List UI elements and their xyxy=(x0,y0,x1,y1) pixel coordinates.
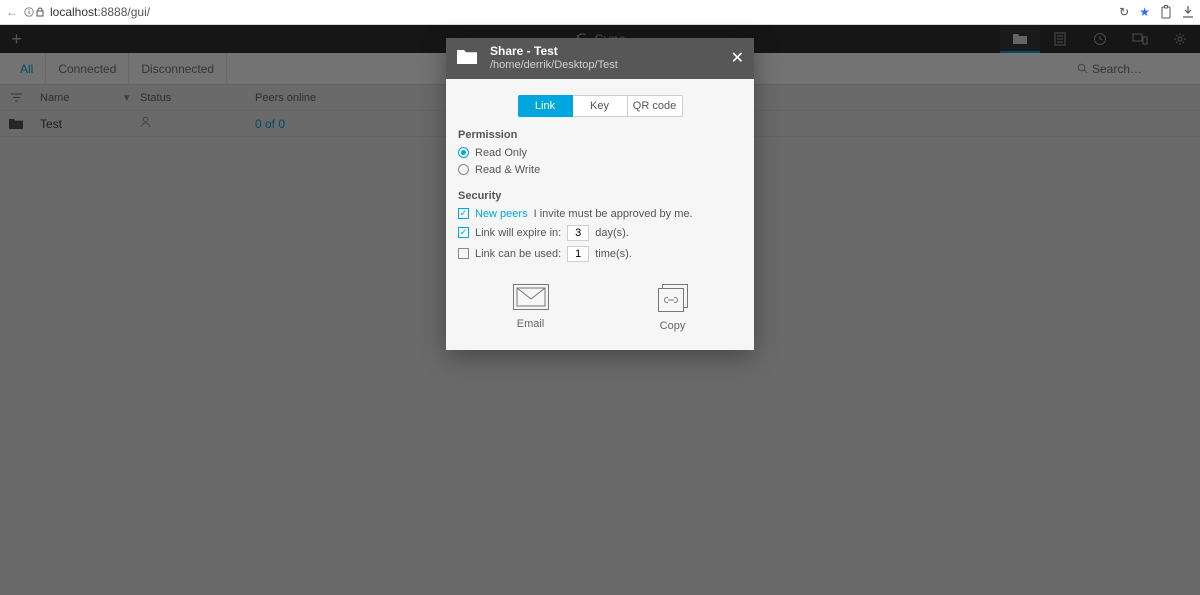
lock-info-icon xyxy=(24,7,44,17)
new-peers-link[interactable]: New peers xyxy=(475,208,528,220)
uses-count-input[interactable] xyxy=(567,246,589,262)
share-mode-tabs: Link Key QR code xyxy=(458,95,742,117)
uses-post: time(s). xyxy=(595,248,632,260)
radio-read-write[interactable]: Read & Write xyxy=(458,164,742,176)
download-icon[interactable] xyxy=(1182,5,1194,19)
close-icon[interactable]: ✕ xyxy=(731,48,744,68)
modal-title: Share - Test xyxy=(490,44,719,59)
permission-label: Permission xyxy=(458,129,742,141)
copy-label: Copy xyxy=(660,320,686,332)
browser-chrome: ← localhost:8888/gui/ ↻ ★ xyxy=(0,0,1200,25)
uses-pre: Link can be used: xyxy=(475,248,561,260)
clipboard-icon[interactable] xyxy=(1160,5,1172,19)
url-host: localhost xyxy=(50,5,97,19)
new-peers-text: I invite must be approved by me. xyxy=(534,208,693,220)
radio-read-write-label: Read & Write xyxy=(475,164,540,176)
check-expire[interactable]: Link will expire in: day(s). xyxy=(458,225,742,241)
email-icon xyxy=(513,284,549,310)
modal-subtitle: /home/derrik/Desktop/Test xyxy=(490,59,719,73)
app-root: + Sync All Connected Disconnected Name ▾… xyxy=(0,25,1200,595)
email-label: Email xyxy=(517,318,545,330)
tab-key[interactable]: Key xyxy=(573,95,628,117)
radio-read-only[interactable]: Read Only xyxy=(458,147,742,159)
check-uses[interactable]: Link can be used: time(s). xyxy=(458,246,742,262)
tab-link[interactable]: Link xyxy=(518,95,573,117)
folder-icon xyxy=(456,47,478,70)
share-modal: Share - Test /home/derrik/Desktop/Test ✕… xyxy=(446,38,754,350)
expire-days-input[interactable] xyxy=(567,225,589,241)
back-icon[interactable]: ← xyxy=(6,5,18,19)
radio-read-only-label: Read Only xyxy=(475,147,527,159)
security-label: Security xyxy=(458,190,742,202)
expire-post: day(s). xyxy=(595,227,629,239)
checkbox-icon xyxy=(458,208,469,219)
radio-icon xyxy=(458,147,469,158)
url-bar[interactable]: localhost:8888/gui/ xyxy=(50,5,1113,19)
modal-header: Share - Test /home/derrik/Desktop/Test ✕ xyxy=(446,38,754,79)
email-action[interactable]: Email xyxy=(513,284,549,332)
tab-qrcode[interactable]: QR code xyxy=(628,95,683,117)
check-new-peers[interactable]: New peers I invite must be approved by m… xyxy=(458,208,742,220)
bookmark-star-icon[interactable]: ★ xyxy=(1139,5,1150,19)
checkbox-icon xyxy=(458,248,469,259)
radio-icon xyxy=(458,164,469,175)
reload-icon[interactable]: ↻ xyxy=(1119,5,1129,19)
copy-icon xyxy=(658,284,688,312)
expire-pre: Link will expire in: xyxy=(475,227,561,239)
url-rest: :8888/gui/ xyxy=(97,5,150,19)
checkbox-icon xyxy=(458,227,469,238)
copy-action[interactable]: Copy xyxy=(658,284,688,332)
